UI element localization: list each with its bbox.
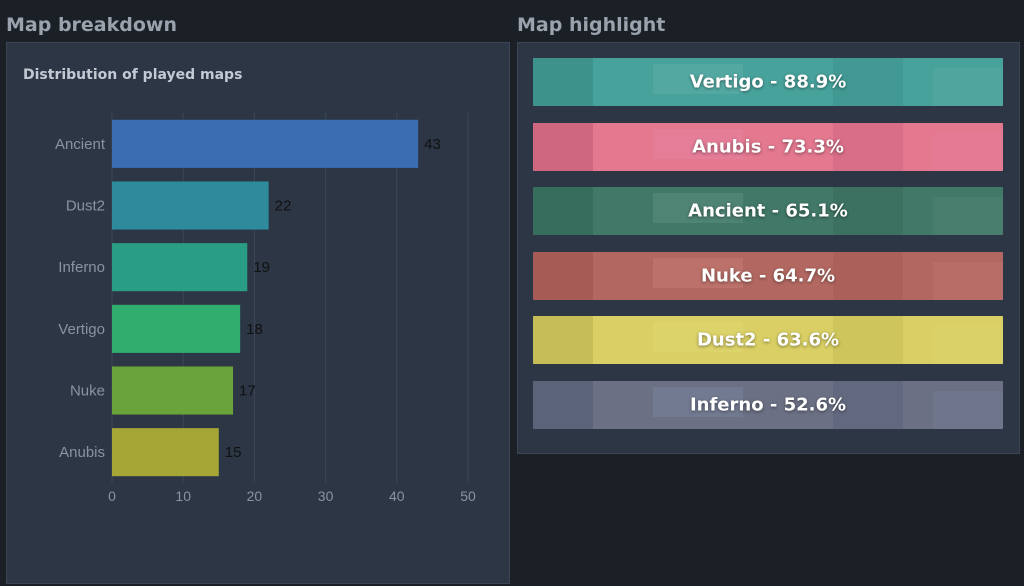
x-tick-label: 20 <box>247 488 263 504</box>
map-highlight-label: Nuke - 64.7% <box>700 265 836 287</box>
bar-anubis[interactable] <box>112 428 219 477</box>
y-category-label: Vertigo <box>58 321 105 338</box>
y-category-label: Anubis <box>59 444 105 461</box>
map-highlight-tile[interactable]: Vertigo - 88.9% <box>533 58 1003 106</box>
bar-value-label: 17 <box>239 383 256 400</box>
bar-dust2[interactable] <box>112 181 269 230</box>
x-tick-label: 0 <box>108 488 116 504</box>
map-highlight-tile[interactable]: Ancient - 65.1% <box>533 187 1003 235</box>
bar-value-label: 15 <box>225 444 242 461</box>
bar-value-label: 18 <box>246 321 263 338</box>
map-highlight-label: Inferno - 52.6% <box>689 394 847 416</box>
bar-vertigo[interactable] <box>112 304 241 353</box>
map-breakdown-panel: Distribution of played maps 0 10 20 30 40 50 A… <box>6 42 510 584</box>
map-highlight-tile[interactable]: Dust2 - 63.6% <box>533 316 1003 364</box>
x-tick-label: 10 <box>175 488 191 504</box>
bar-value-label: 22 <box>275 198 292 215</box>
map-breakdown-title: Map breakdown <box>6 14 177 36</box>
x-tick-label: 40 <box>389 488 405 504</box>
map-highlight-tile[interactable]: Nuke - 64.7% <box>533 252 1003 300</box>
x-tick-label: 30 <box>318 488 334 504</box>
map-highlight-panel: Vertigo - 88.9% Anubis - 73.3% Ancient - 6… <box>517 42 1020 454</box>
bar-inferno[interactable] <box>112 243 248 292</box>
y-category-label: Nuke <box>70 383 105 400</box>
map-highlight-title: Map highlight <box>517 14 666 36</box>
y-category-label: Inferno <box>58 259 105 276</box>
map-highlight-label: Anubis - 73.3% <box>692 136 844 158</box>
bar-chart: 0 10 20 30 40 50 Ancient 43 Dust2 22 Inferno 19 Vert… <box>55 113 476 504</box>
x-tick-label: 50 <box>460 488 476 504</box>
bar-value-label: 19 <box>253 259 270 276</box>
map-highlight-tile[interactable]: Inferno - 52.6% <box>533 381 1003 429</box>
map-highlight-label: Vertigo - 88.9% <box>689 71 847 93</box>
y-category-label: Dust2 <box>66 198 105 215</box>
bar-ancient[interactable] <box>112 119 419 168</box>
bar-value-label: 43 <box>424 136 441 153</box>
map-highlight-tile[interactable]: Anubis - 73.3% <box>533 123 1003 171</box>
map-highlight-label: Ancient - 65.1% <box>688 200 848 222</box>
y-category-label: Ancient <box>55 136 106 153</box>
bar-nuke[interactable] <box>112 366 234 415</box>
map-highlight-label: Dust2 - 63.6% <box>696 329 840 351</box>
